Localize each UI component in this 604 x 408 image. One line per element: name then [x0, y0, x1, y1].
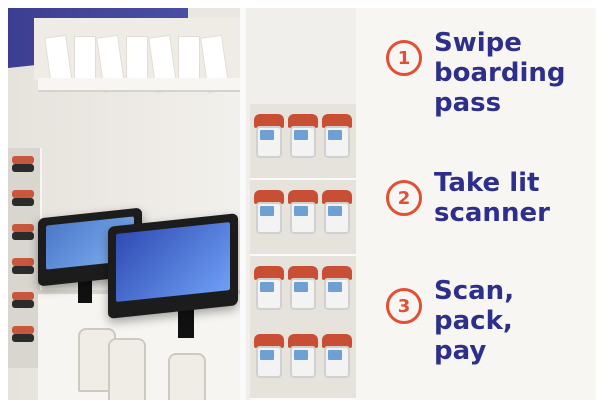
handheld-scanner[interactable] [320, 190, 354, 240]
kiosk-screen-2[interactable] [108, 213, 238, 319]
step-3: 3 Scan, pack, pay [386, 276, 514, 366]
mini-scanner [12, 258, 34, 266]
instruction-panel: 1 Swipe boarding pass 2 Take lit scanner… [356, 8, 596, 400]
step-text: Scan, pack, pay [434, 276, 514, 366]
handheld-scanner[interactable] [286, 114, 320, 164]
kiosk-stand [178, 308, 194, 338]
scanner-row [250, 104, 358, 182]
tote-bag [108, 338, 146, 400]
step-line: pack, [434, 306, 513, 336]
step-line: boarding [434, 58, 566, 88]
mini-scanner [12, 156, 34, 164]
step-line: Scan, [434, 276, 515, 306]
step-line: pass [434, 88, 502, 118]
mini-scanner [12, 190, 34, 198]
mini-scanner [12, 224, 34, 232]
step-number-badge: 3 [386, 288, 422, 324]
handheld-scanner[interactable] [320, 266, 354, 316]
handheld-scanner[interactable] [286, 266, 320, 316]
tote-bag [168, 353, 206, 400]
step-line: Take lit [434, 168, 540, 198]
step-2: 2 Take lit scanner [386, 168, 550, 228]
shelf-edge [38, 78, 248, 90]
step-number-badge: 2 [386, 180, 422, 216]
handheld-scanner[interactable] [252, 190, 286, 240]
handheld-scanner[interactable] [252, 266, 286, 316]
step-text: Take lit scanner [434, 168, 550, 228]
scanner-dock-wall [240, 8, 368, 400]
mini-scanner [12, 292, 34, 300]
step-line: Swipe [434, 28, 522, 58]
side-scanner-rack [8, 148, 42, 368]
handheld-scanner[interactable] [320, 334, 354, 384]
upper-display-shelf [34, 18, 248, 94]
step-number-badge: 1 [386, 40, 422, 76]
handheld-scanner[interactable] [252, 334, 286, 384]
step-line: scanner [434, 198, 550, 228]
scanner-row [250, 324, 358, 400]
store-photo: 1 Swipe boarding pass 2 Take lit scanner… [8, 8, 596, 400]
handheld-scanner[interactable] [286, 334, 320, 384]
step-line: pay [434, 336, 487, 366]
step-text: Swipe boarding pass [434, 28, 566, 118]
mini-scanner [12, 326, 34, 334]
handheld-scanner[interactable] [252, 114, 286, 164]
handheld-scanner[interactable] [320, 114, 354, 164]
handheld-scanner[interactable] [286, 190, 320, 240]
kiosk-display [116, 222, 230, 302]
scanner-row [250, 256, 358, 334]
scanner-row [250, 180, 358, 258]
step-1: 1 Swipe boarding pass [386, 28, 566, 118]
